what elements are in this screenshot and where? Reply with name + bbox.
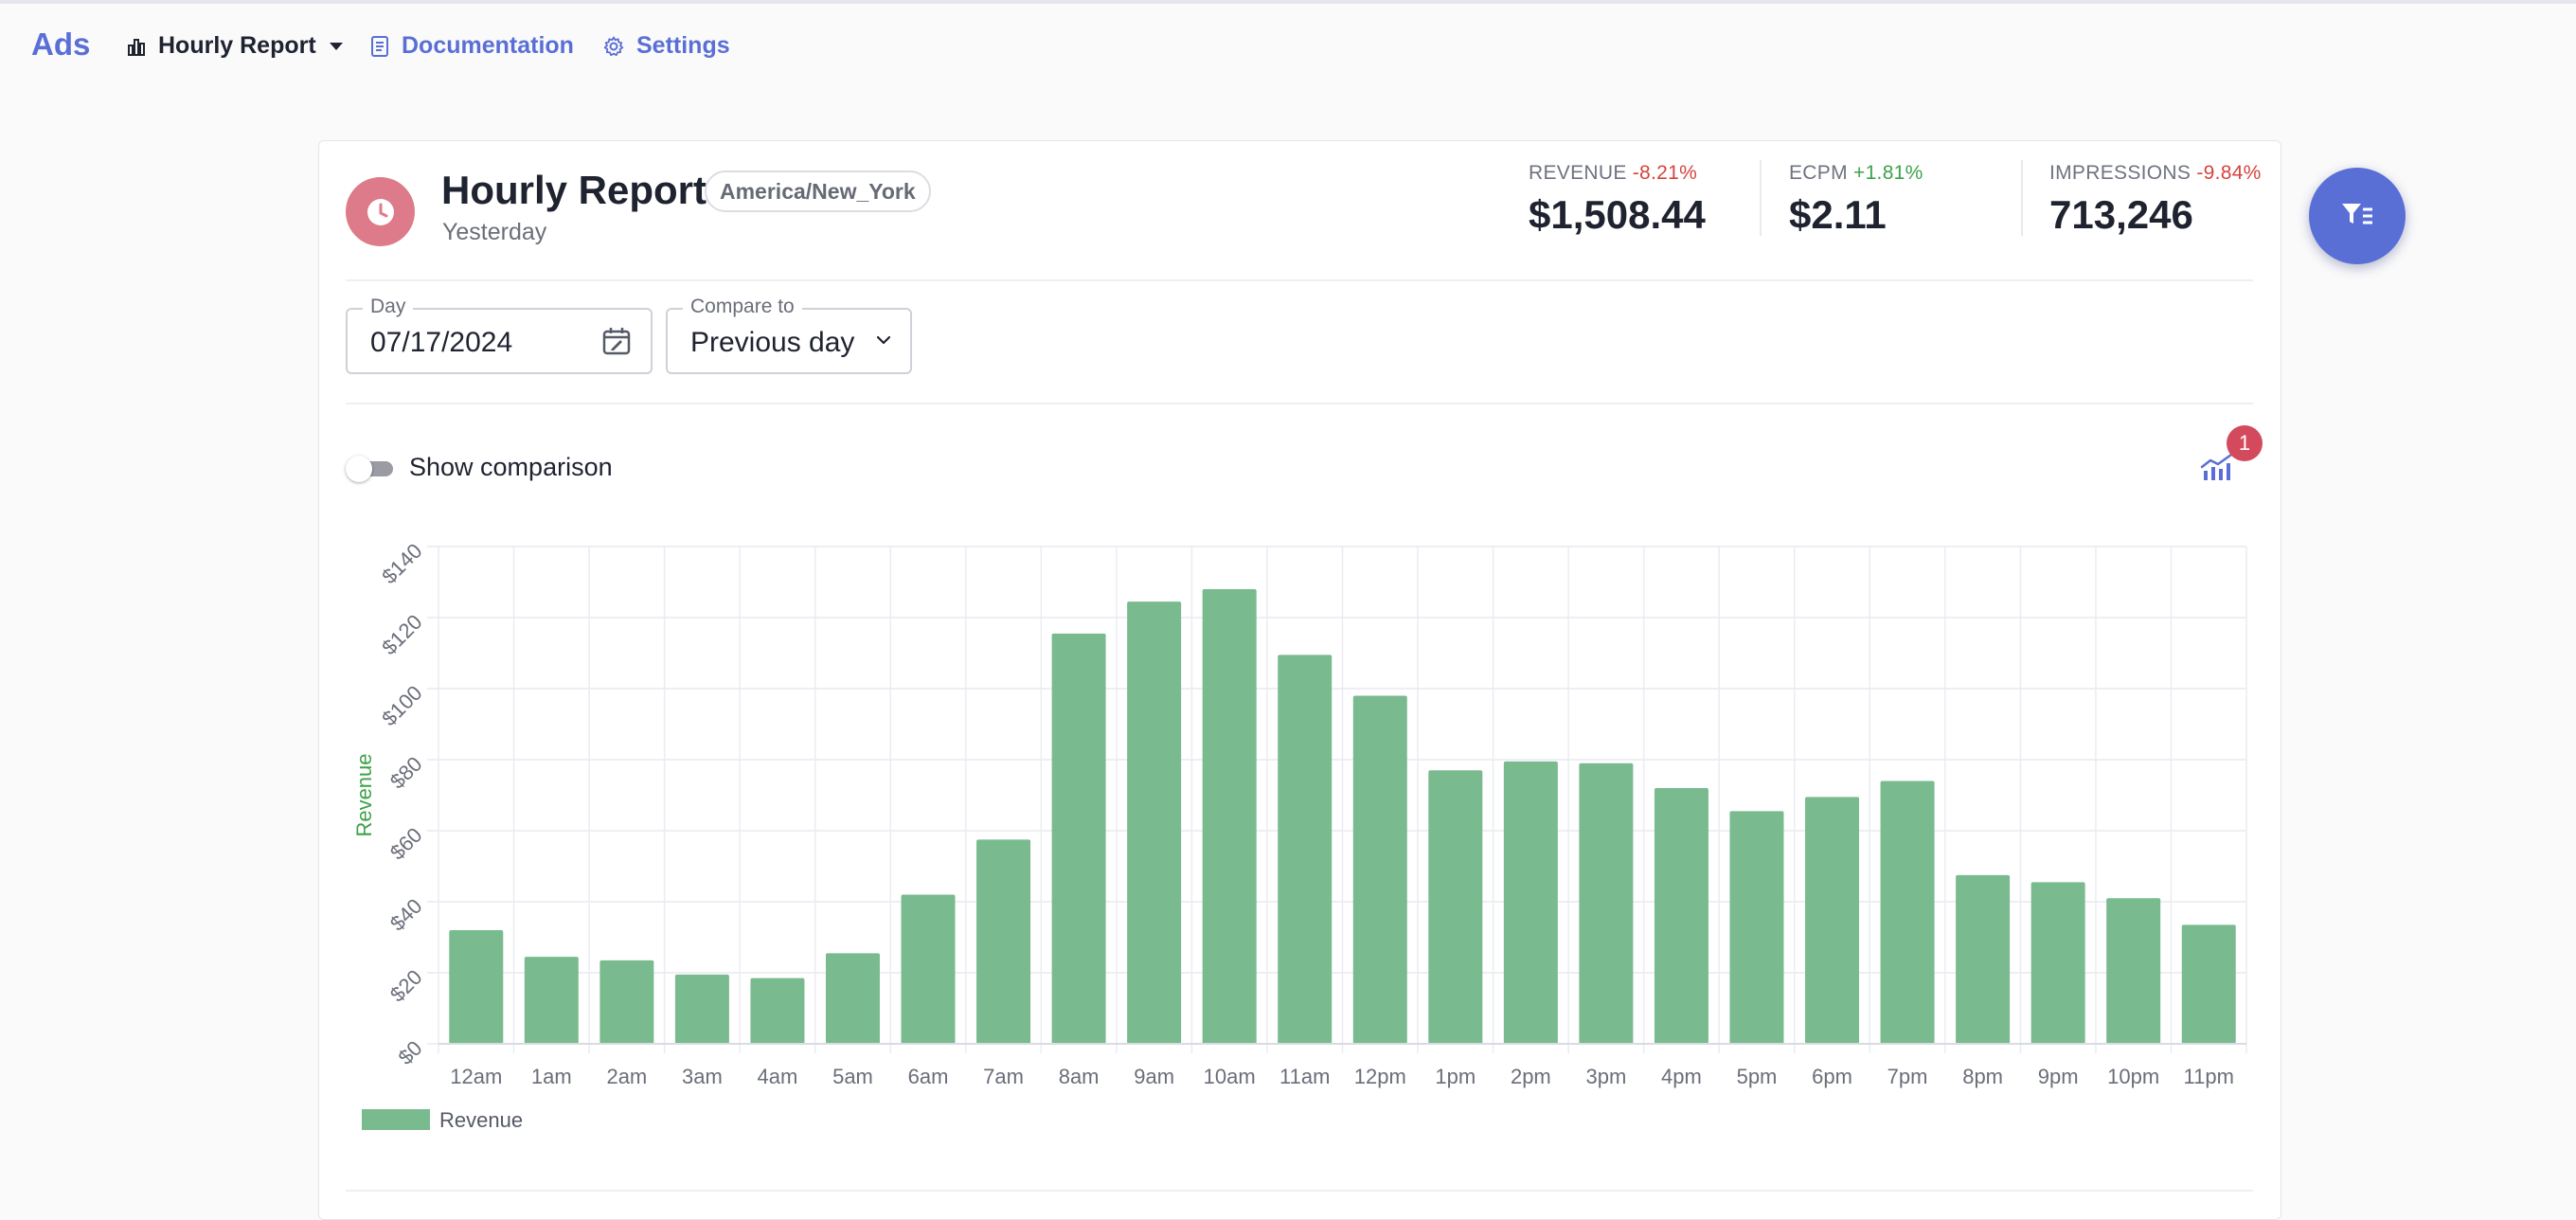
y-tick-label: $120: [377, 610, 426, 659]
x-tick-label: 2pm: [1511, 1065, 1551, 1088]
y-tick-label: $60: [385, 823, 427, 865]
x-tick-label: 5am: [832, 1065, 873, 1088]
x-tick-label: 12pm: [1354, 1065, 1406, 1088]
bar-revenue: [1127, 601, 1182, 1044]
x-tick-label: 8am: [1059, 1065, 1100, 1088]
bar-revenue: [1051, 633, 1106, 1044]
bar-revenue: [1278, 655, 1333, 1044]
x-tick-label: 11pm: [2184, 1065, 2234, 1088]
x-tick-label: 7pm: [1887, 1065, 1928, 1088]
nav-documentation[interactable]: Documentation: [369, 32, 574, 60]
x-tick-label: 7am: [983, 1065, 1024, 1088]
bar-revenue: [1880, 780, 1935, 1044]
legend-label: Revenue: [439, 1108, 523, 1132]
y-tick-label: $0: [394, 1036, 427, 1069]
x-tick-label: 12am: [450, 1065, 502, 1088]
nav-hourly-report[interactable]: Hourly Report: [126, 32, 345, 60]
bar-revenue: [750, 978, 805, 1044]
x-tick-label: 9pm: [2038, 1065, 2079, 1088]
bar-revenue: [599, 960, 654, 1044]
x-tick-label: 1pm: [1435, 1065, 1476, 1088]
filter-fab-button[interactable]: [2309, 168, 2406, 264]
x-tick-label: 2am: [606, 1065, 647, 1088]
bar-revenue: [1202, 589, 1257, 1044]
bar-revenue: [901, 894, 956, 1044]
bar-revenue: [524, 957, 579, 1044]
bar-revenue: [2106, 898, 2161, 1044]
y-tick-label: $20: [385, 965, 427, 1007]
x-tick-label: 8pm: [1962, 1065, 2003, 1088]
chart-bottom-divider: [346, 1190, 2253, 1192]
x-tick-label: 3pm: [1585, 1065, 1626, 1088]
top-nav: Ads Hourly Report Documentation Settings: [0, 4, 2576, 91]
legend-swatch: [362, 1109, 430, 1130]
bar-revenue: [674, 974, 729, 1044]
x-tick-label: 1am: [531, 1065, 572, 1088]
x-tick-label: 6am: [908, 1065, 949, 1088]
nav-hourly-report-label: Hourly Report: [158, 32, 316, 59]
bar-revenue: [1805, 797, 1860, 1044]
bar-revenue: [976, 839, 1031, 1044]
x-tick-label: 10pm: [2107, 1065, 2159, 1088]
bar-revenue: [1352, 695, 1407, 1044]
bar-revenue: [1503, 761, 1558, 1044]
x-tick-label: 9am: [1134, 1065, 1174, 1088]
bar-revenue: [1654, 788, 1708, 1044]
bar-revenue: [1729, 811, 1784, 1044]
bar-revenue: [1428, 770, 1483, 1044]
nav-settings[interactable]: Settings: [602, 32, 730, 60]
revenue-bar-chart: $0 $20 $40 $60 $80 $100 $120 $140 12am 1am 2am 3am 4…: [352, 539, 2247, 1132]
x-tick-label: 10am: [1204, 1065, 1256, 1088]
y-tick-label: $140: [377, 539, 426, 588]
gear-icon: [602, 35, 625, 58]
bar-revenue: [449, 930, 504, 1044]
bar-revenue: [825, 953, 880, 1044]
caret-down-icon: [328, 41, 345, 52]
x-tick-label: 11am: [1279, 1065, 1330, 1088]
x-tick-label: 5pm: [1737, 1065, 1778, 1088]
x-tick-label: 4pm: [1661, 1065, 1702, 1088]
report-card: Hourly Report America/New_York Yesterday…: [318, 140, 2281, 1220]
x-tick-label: 4am: [758, 1065, 798, 1088]
y-tick-label: $100: [377, 681, 426, 730]
bar-revenue: [1579, 762, 1634, 1044]
y-tick-label: $80: [385, 752, 427, 794]
bar-revenue: [2030, 882, 2085, 1044]
document-icon: [369, 35, 390, 58]
x-tick-label: 3am: [682, 1065, 723, 1088]
brand-logo[interactable]: Ads: [31, 27, 90, 63]
y-axis-title: Revenue: [352, 753, 376, 836]
y-tick-label: $40: [385, 894, 427, 936]
bar-revenue: [1956, 874, 2011, 1044]
filter-list-icon: [2340, 201, 2374, 232]
bar-chart-icon: [126, 36, 147, 57]
bar-revenue: [2181, 924, 2236, 1044]
x-tick-label: 6pm: [1812, 1065, 1852, 1088]
nav-settings-label: Settings: [636, 32, 730, 59]
nav-documentation-label: Documentation: [402, 32, 574, 59]
